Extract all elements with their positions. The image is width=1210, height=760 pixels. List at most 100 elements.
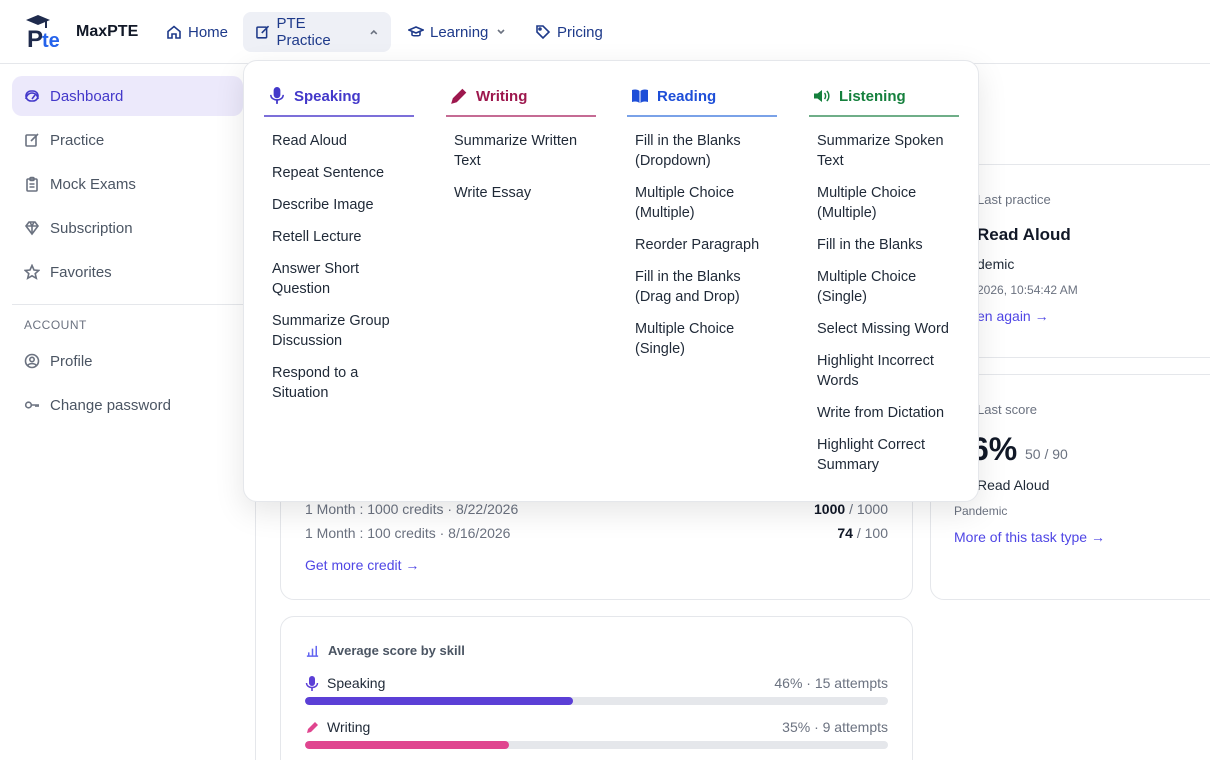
sidebar-item-mock-exams[interactable]: Mock Exams (12, 164, 243, 204)
last-practice-task: Read Aloud (977, 225, 1071, 244)
menu-items: Summarize Spoken Text Multiple Choice (Mu… (809, 131, 959, 475)
sidebar-item-favorites[interactable]: Favorites (12, 252, 243, 292)
book-open-icon (632, 89, 648, 103)
last-practice-time: 2026, 10:54:42 AM (977, 283, 1078, 297)
nav-home-label: Home (188, 23, 229, 41)
credit-used: 74 (837, 525, 853, 541)
menu-item[interactable]: Multiple Choice (Single) (817, 267, 959, 307)
graduation-cap-icon (408, 26, 424, 37)
sidebar-item-change-password[interactable]: Change password (12, 385, 243, 425)
menu-heading-label: Writing (476, 87, 528, 105)
speaker-icon (814, 90, 830, 102)
menu-column-reading: Reading Fill in the Blanks (Dropdown) Mul… (627, 83, 777, 371)
menu-item[interactable]: Fill in the Blanks (Drag and Drop) (635, 267, 777, 307)
last-score-label: Last score (977, 402, 1037, 417)
menu-item[interactable]: Multiple Choice (Multiple) (635, 183, 777, 223)
menu-item[interactable]: Describe Image (272, 195, 414, 215)
sidebar-divider (12, 304, 243, 305)
sidebar-item-dashboard[interactable]: Dashboard (12, 76, 243, 116)
gauge-icon (25, 90, 39, 102)
menu-column-speaking: Speaking Read Aloud Repeat Sentence Descri… (264, 83, 414, 415)
menu-items: Read Aloud Repeat Sentence Describe Image R… (264, 131, 414, 403)
key-icon (24, 401, 39, 409)
pencil-icon (451, 88, 467, 104)
nav-pricing-label: Pricing (557, 23, 603, 41)
sidebar-item-subscription[interactable]: Subscription (12, 208, 243, 248)
menu-item[interactable]: Reorder Paragraph (635, 235, 777, 255)
sidebar-section-account: ACCOUNT (24, 318, 87, 332)
menu-heading-label: Reading (657, 87, 717, 105)
menu-item[interactable]: Answer Short Question (272, 259, 414, 299)
menu-item[interactable]: Multiple Choice (Multiple) (817, 183, 959, 223)
sidebar-item-label: Mock Exams (50, 175, 136, 193)
average-score-header: Average score by skill (305, 643, 465, 658)
edit-square-icon (256, 25, 270, 39)
practice-again-link[interactable]: en again → (977, 308, 1049, 324)
clipboard-icon (26, 176, 38, 192)
menu-item[interactable]: Write from Dictation (817, 403, 959, 423)
sidebar-item-label: Subscription (50, 219, 133, 237)
menu-item[interactable]: Fill in the Blanks (817, 235, 959, 255)
nav-pricing[interactable]: Pricing (523, 12, 615, 52)
diamond-icon (25, 221, 39, 236)
menu-heading-speaking[interactable]: Speaking (264, 83, 414, 117)
nav-learning[interactable]: Learning (396, 12, 518, 52)
credit-used: 1000 (814, 501, 846, 517)
menu-heading-label: Speaking (294, 87, 361, 105)
menu-heading-listening[interactable]: Listening (809, 83, 959, 117)
sidebar-item-label: Dashboard (50, 87, 124, 105)
nav-pte-practice[interactable]: PTE Practice (243, 12, 391, 52)
last-practice-label: Last practice (977, 192, 1051, 207)
skill-stat: 35% · 9 attempts (782, 719, 888, 735)
chevron-up-icon (370, 29, 378, 35)
credit-row-label: 1 Month : 100 credits · 8/16/2026 (305, 525, 511, 541)
menu-item[interactable]: Fill in the Blanks (Dropdown) (635, 131, 777, 171)
credit-total: / 100 (856, 525, 888, 541)
bar-chart-icon (306, 645, 319, 657)
more-task-type-link[interactable]: More of this task type → (954, 529, 1105, 545)
brand-logo[interactable]: P te MaxPTE (24, 14, 139, 53)
skill-stat: 46% · 15 attempts (774, 675, 888, 691)
menu-items: Summarize Written Text Write Essay (446, 131, 596, 203)
get-more-credit-link[interactable]: Get more credit → (305, 557, 419, 573)
skill-name: Speaking (327, 675, 386, 691)
menu-heading-reading[interactable]: Reading (627, 83, 777, 117)
menu-item[interactable]: Read Aloud (272, 131, 414, 151)
sidebar-item-profile[interactable]: Profile (12, 341, 243, 381)
microphone-icon (305, 676, 319, 691)
home-icon (167, 25, 181, 39)
menu-column-writing: Writing Summarize Written Text Write Essa… (446, 83, 596, 215)
menu-item[interactable]: Respond to a Situation (272, 363, 414, 403)
skill-name: Writing (327, 719, 371, 735)
menu-item[interactable]: Select Missing Word (817, 319, 959, 339)
sidebar-item-label: Profile (50, 352, 93, 370)
top-navbar: P te MaxPTE Home PTE Practice Learning P… (0, 0, 1210, 64)
sidebar-item-practice[interactable]: Practice (12, 120, 243, 160)
credit-row-value: 74 / 100 (837, 525, 888, 541)
star-icon (24, 264, 40, 280)
graduation-cap-icon: P te (26, 15, 60, 53)
menu-item[interactable]: Repeat Sentence (272, 163, 414, 183)
brand-name: MaxPTE (76, 23, 139, 40)
menu-item[interactable]: Summarize Written Text (454, 131, 596, 171)
menu-heading-writing[interactable]: Writing (446, 83, 596, 117)
last-score-topic: Pandemic (954, 504, 1008, 518)
menu-item[interactable]: Summarize Spoken Text (817, 131, 959, 171)
menu-item[interactable]: Retell Lecture (272, 227, 414, 247)
menu-column-listening: Listening Summarize Spoken Text Multiple … (809, 83, 959, 487)
menu-item[interactable]: Write Essay (454, 183, 596, 203)
menu-item[interactable]: Summarize Group Discussion (272, 311, 414, 351)
average-score-title: Average score by skill (328, 643, 465, 658)
nav-home[interactable]: Home (154, 12, 240, 52)
menu-item[interactable]: Highlight Correct Summary (817, 435, 959, 475)
pte-practice-dropdown: Speaking Read Aloud Repeat Sentence Descri… (243, 60, 979, 502)
menu-item[interactable]: Multiple Choice (Single) (635, 319, 777, 359)
menu-heading-label: Listening (839, 87, 906, 105)
credit-row-label: 1 Month : 1000 credits · 8/22/2026 (305, 501, 519, 517)
menu-item[interactable]: Highlight Incorrect Words (817, 351, 959, 391)
average-score-card: Average score by skill Speaking 46% · 15… (280, 616, 913, 760)
last-score-task: Read Aloud (977, 477, 1050, 493)
edit-icon (25, 133, 39, 147)
sidebar-item-label: Practice (50, 131, 105, 149)
sidebar-item-label: Change password (50, 396, 171, 414)
